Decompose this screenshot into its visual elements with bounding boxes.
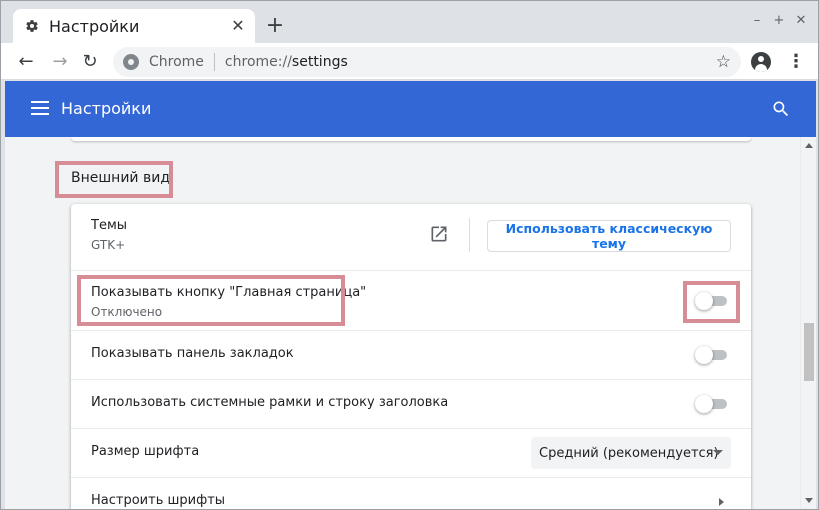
back-arrow-icon[interactable]: ← <box>15 51 37 73</box>
font-size-select[interactable]: Средний (рекомендуется) <box>531 437 731 469</box>
browser-toolbar: ← → ↻ Chrome chrome://settings ☆ ⋮ <box>1 43 818 80</box>
settings-content: Внешний вид Темы GTK+ Использовать класс… <box>5 137 800 509</box>
row-customize-fonts[interactable]: Настроить шрифты <box>71 477 751 509</box>
highlight-home-button-toggle <box>683 281 740 323</box>
bookmarks-bar-toggle[interactable] <box>695 346 729 364</box>
url-host: settings <box>291 54 348 70</box>
profile-avatar-icon[interactable] <box>751 52 771 72</box>
omnibox-separator <box>213 53 215 71</box>
themes-value: GTK+ <box>91 238 126 252</box>
tab-strip: Настройки ✕ + – + ✕ <box>1 1 818 43</box>
tab-title: Настройки <box>49 16 140 36</box>
system-frames-label: Использовать системные рамки и строку за… <box>91 395 449 410</box>
close-window-icon[interactable]: ✕ <box>793 13 809 29</box>
font-size-label: Размер шрифта <box>91 444 200 459</box>
search-icon[interactable] <box>771 99 791 119</box>
maximize-icon[interactable]: + <box>771 13 787 29</box>
browser-window: Настройки ✕ + – + ✕ ← → ↻ Chrome chrome:… <box>0 0 819 510</box>
customize-fonts-label: Настроить шрифты <box>91 493 226 508</box>
scroll-down-icon[interactable] <box>805 498 813 503</box>
chrome-site-icon <box>123 54 139 70</box>
forward-arrow-icon[interactable]: → <box>49 51 71 73</box>
reload-icon[interactable]: ↻ <box>79 51 101 73</box>
close-tab-icon[interactable]: ✕ <box>229 17 247 35</box>
gear-icon <box>25 19 39 33</box>
previous-card-edge <box>71 137 751 141</box>
tab-settings[interactable]: Настройки ✕ <box>13 9 255 43</box>
omnibox-chip: Chrome <box>149 54 204 70</box>
font-size-value: Средний (рекомендуется) <box>539 445 719 461</box>
scroll-up-icon[interactable] <box>805 143 813 148</box>
vertical-separator <box>469 218 470 252</box>
row-bookmarks-bar[interactable]: Показывать панель закладок <box>71 330 751 379</box>
highlight-home-button-label <box>77 275 345 326</box>
url-scheme: chrome:// <box>224 54 292 70</box>
row-themes: Темы GTK+ Использовать классическую тему <box>71 204 751 270</box>
row-system-frames[interactable]: Использовать системные рамки и строку за… <box>71 379 751 428</box>
settings-header: Настройки <box>5 81 816 137</box>
new-tab-button[interactable]: + <box>264 15 286 37</box>
url-text[interactable]: chrome://settings <box>225 54 348 70</box>
page-title: Настройки <box>61 99 152 118</box>
bookmarks-bar-label: Показывать панель закладок <box>91 346 294 361</box>
themes-label: Темы <box>91 218 128 233</box>
row-font-size: Размер шрифта Средний (рекомендуется) <box>71 428 751 477</box>
minimize-icon[interactable]: – <box>749 13 765 29</box>
vertical-scrollbar[interactable] <box>800 137 816 509</box>
system-frames-toggle[interactable] <box>695 395 729 413</box>
hamburger-menu-icon[interactable] <box>31 101 49 115</box>
use-classic-theme-button[interactable]: Использовать классическую тему <box>487 220 731 252</box>
kebab-menu-icon[interactable]: ⋮ <box>787 52 805 72</box>
chevron-down-icon <box>713 450 723 455</box>
address-bar[interactable]: Chrome chrome://settings ☆ <box>113 47 741 77</box>
chevron-right-icon <box>719 498 724 506</box>
scrollbar-thumb[interactable] <box>804 323 814 381</box>
highlight-section-title <box>55 161 173 198</box>
bookmark-star-icon[interactable]: ☆ <box>716 52 731 72</box>
open-external-icon[interactable] <box>429 224 449 244</box>
appearance-card: Темы GTK+ Использовать классическую тему… <box>71 204 751 509</box>
